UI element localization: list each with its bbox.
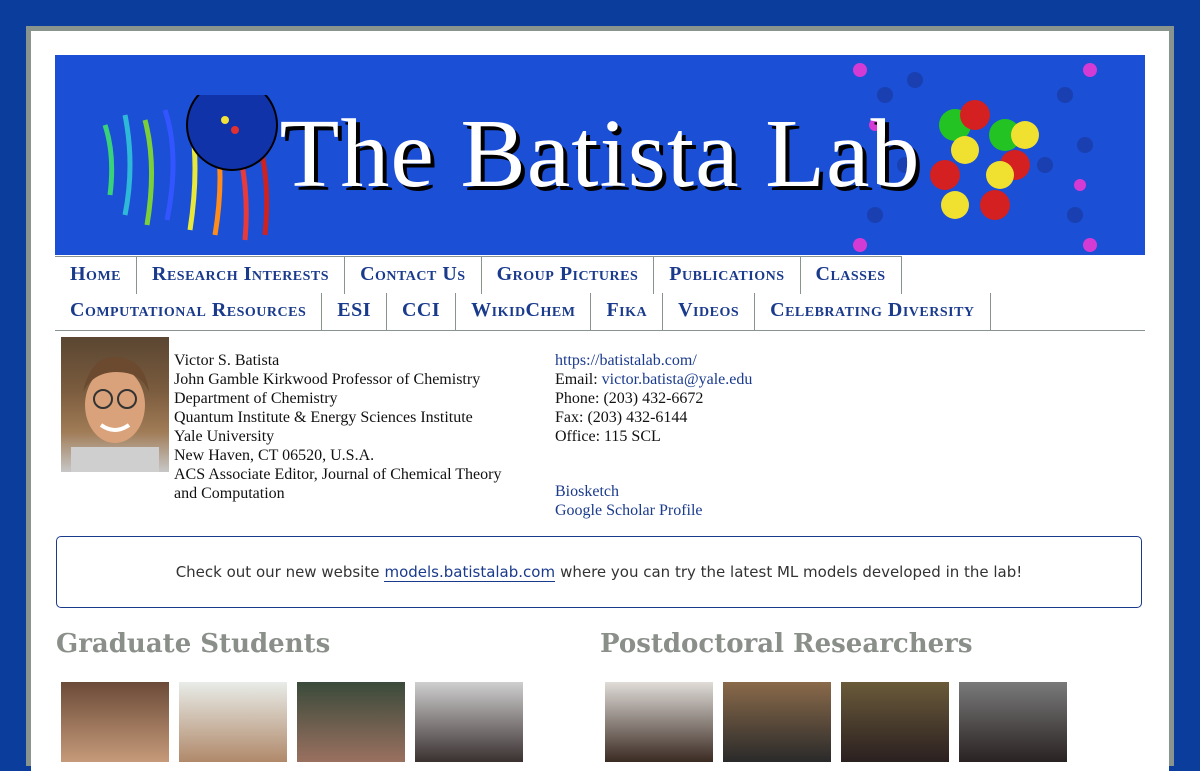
nav-group-pictures[interactable]: Group Pictures <box>481 256 655 294</box>
student-photo[interactable] <box>415 682 523 762</box>
profile-address: New Haven, CT 06520, U.S.A. <box>174 447 375 464</box>
profile-name: Victor S. Batista <box>174 352 280 369</box>
profile-editor-2: and Computation <box>174 485 285 502</box>
website-link[interactable]: https://batistalab.com/ <box>555 352 697 369</box>
postdoctoral-researchers-heading: Postdoctoral Researchers <box>600 629 973 659</box>
nav-publications[interactable]: Publications <box>654 256 801 294</box>
profile-links: Biosketch Google Scholar Profile <box>555 482 703 520</box>
nav-classes[interactable]: Classes <box>800 256 902 294</box>
postdoc-photo[interactable] <box>841 682 949 762</box>
announcement-box: Check out our new website models.batista… <box>56 536 1142 608</box>
portrait-image <box>71 356 159 472</box>
profile-department: Department of Chemistry <box>174 390 338 407</box>
google-scholar-link[interactable]: Google Scholar Profile <box>555 501 703 520</box>
nav-computational-resources[interactable]: Computational Resources <box>55 293 323 330</box>
nav-videos[interactable]: Videos <box>663 293 756 330</box>
student-photo[interactable] <box>179 682 287 762</box>
student-photo[interactable] <box>297 682 405 762</box>
banner-title: The Batista Lab <box>279 100 921 208</box>
email-link[interactable]: victor.batista@yale.edu <box>602 371 753 388</box>
page-frame: The Batista Lab Home Research Interests … <box>26 26 1174 771</box>
nav-row-1: Home Research Interests Contact Us Group… <box>55 256 1145 294</box>
nav-fika[interactable]: Fika <box>591 293 664 330</box>
nav-contact-us[interactable]: Contact Us <box>345 256 482 294</box>
models-website-link[interactable]: models.batistalab.com <box>384 563 556 582</box>
postdoc-photo[interactable] <box>959 682 1067 762</box>
student-photo[interactable] <box>61 682 169 762</box>
nav-esi[interactable]: ESI <box>322 293 387 330</box>
nav-home[interactable]: Home <box>55 256 137 294</box>
notice-text-before: Check out our new website <box>175 563 380 581</box>
profile-photo <box>61 337 169 472</box>
postdoc-photos <box>605 682 1067 762</box>
office-text: Office: 115 SCL <box>555 428 661 445</box>
nav-celebrating-diversity[interactable]: Celebrating Diversity <box>755 293 991 330</box>
profile-university: Yale University <box>174 428 275 445</box>
phone-text: Phone: (203) 432-6672 <box>555 390 704 407</box>
notice-text-after: where you can try the latest ML models d… <box>560 563 1023 581</box>
nav-cci[interactable]: CCI <box>387 293 457 330</box>
profile-title: John Gamble Kirkwood Professor of Chemis… <box>174 371 481 388</box>
nav-research-interests[interactable]: Research Interests <box>137 256 346 294</box>
header-banner: The Batista Lab <box>55 55 1145 255</box>
email-label: Email: <box>555 371 598 388</box>
graduate-students-heading: Graduate Students <box>56 629 331 659</box>
postdoc-photo[interactable] <box>723 682 831 762</box>
nav-wikidchem[interactable]: WikidChem <box>456 293 592 330</box>
profile-info: Victor S. Batista John Gamble Kirkwood P… <box>174 351 501 503</box>
postdoc-photo[interactable] <box>605 682 713 762</box>
profile-editor-1: ACS Associate Editor, Journal of Chemica… <box>174 466 502 483</box>
main-nav: Home Research Interests Contact Us Group… <box>55 256 1145 331</box>
biosketch-link[interactable]: Biosketch <box>555 482 703 501</box>
page-content: The Batista Lab Home Research Interests … <box>31 31 1169 771</box>
contact-details: https://batistalab.com/ Email: victor.ba… <box>555 351 752 446</box>
fax-text: Fax: (203) 432-6144 <box>555 409 688 426</box>
graduate-students-photos <box>61 682 523 762</box>
nav-row-2: Computational Resources ESI CCI WikidChe… <box>55 293 1145 331</box>
profile-institute: Quantum Institute & Energy Sciences Inst… <box>174 409 473 426</box>
